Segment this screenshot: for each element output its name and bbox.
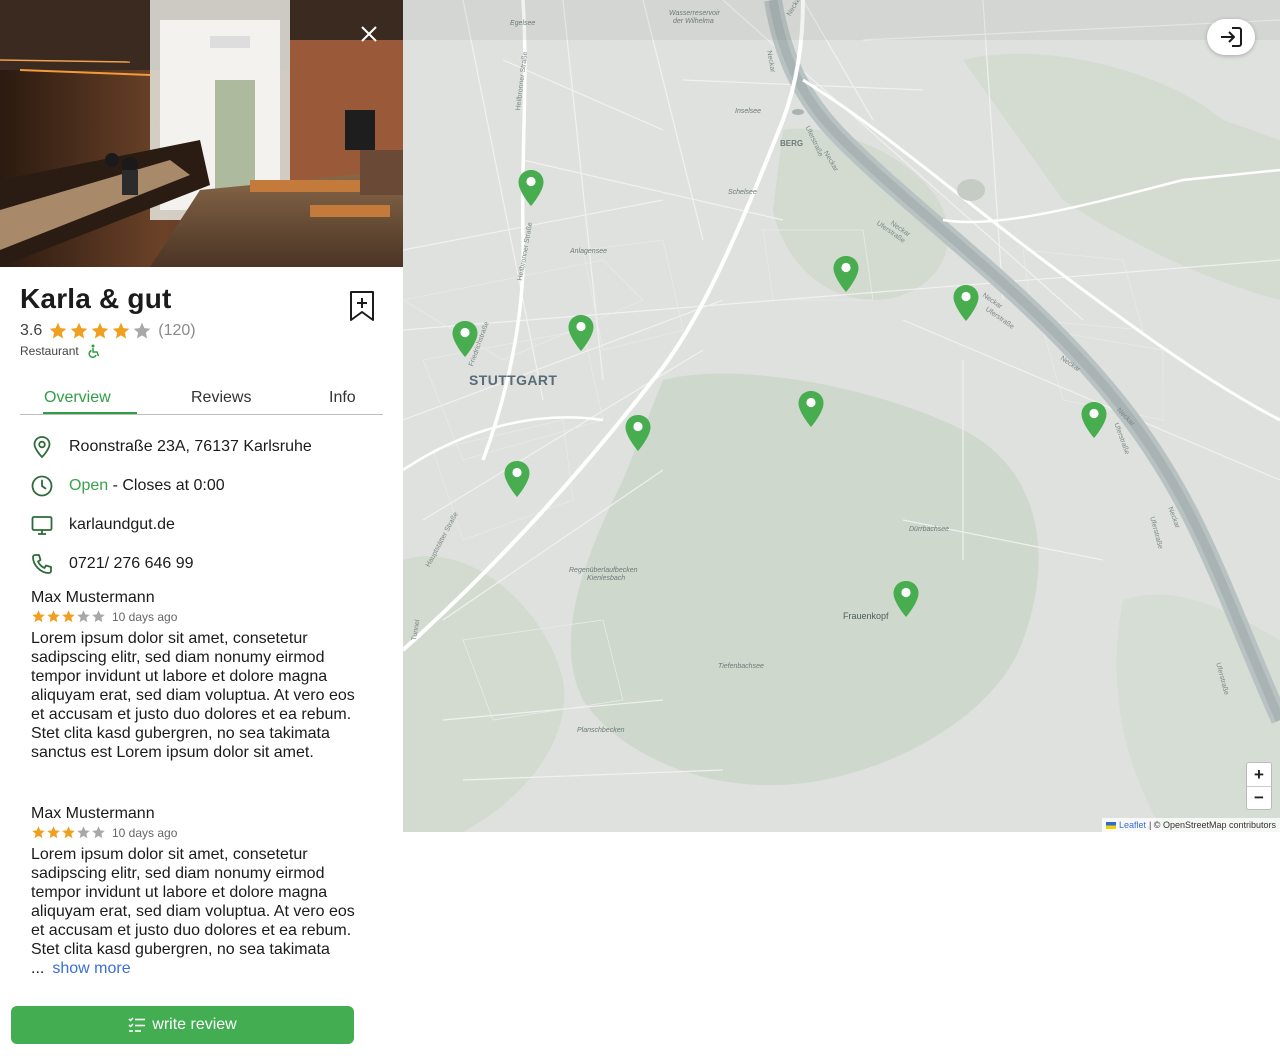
closing-time: - Closes at 0:00 xyxy=(108,477,225,494)
map-label-schelsee: Schelsee xyxy=(728,189,757,196)
leaflet-link[interactable]: Leaflet xyxy=(1119,820,1146,830)
zoom-control: + − xyxy=(1246,762,1272,810)
review-text-body: Lorem ipsum dolor sit amet, consetetur s… xyxy=(31,846,355,977)
star-icon xyxy=(62,610,75,623)
map-label-durrbachsee: Dürrbachsee xyxy=(909,526,950,533)
map-label-regenueberlauf: Regenüberlaufbecken xyxy=(569,567,638,574)
place-marker[interactable] xyxy=(567,314,595,352)
show-more-link[interactable]: show more xyxy=(52,960,130,977)
website-row: karlaundgut.de xyxy=(30,512,175,538)
review-text: Lorem ipsum dolor sit amet, consetetur s… xyxy=(31,630,355,761)
login-button[interactable] xyxy=(1207,19,1255,55)
review-stars xyxy=(31,609,106,624)
category-row: Restaurant xyxy=(20,344,101,358)
place-marker[interactable] xyxy=(517,169,545,207)
wheelchair-icon xyxy=(88,344,99,358)
star-icon xyxy=(49,322,67,339)
star-icon xyxy=(32,826,45,839)
map-label-wasserreservoir: Wasserreservoir xyxy=(669,10,720,17)
location-pin-icon xyxy=(33,436,51,459)
tab-overview[interactable]: Overview xyxy=(44,389,111,407)
review-stars xyxy=(31,825,106,840)
clock-icon xyxy=(31,475,53,497)
map-label-anlagensee: Anlagensee xyxy=(570,248,607,255)
place-marker[interactable] xyxy=(503,460,531,498)
tab-info[interactable]: Info xyxy=(329,389,356,407)
star-icon xyxy=(32,610,45,623)
write-review-button[interactable]: write review xyxy=(11,1006,354,1044)
attribution-text: | © OpenStreetMap contributors xyxy=(1148,820,1276,830)
monitor-icon xyxy=(31,516,53,535)
place-marker[interactable] xyxy=(624,414,652,452)
bookmark-add-icon[interactable] xyxy=(348,290,376,322)
place-marker[interactable] xyxy=(892,580,920,618)
address-text[interactable]: Roonstraße 23A, 76137 Karlsruhe xyxy=(69,438,312,456)
category-label: Restaurant xyxy=(20,344,79,358)
place-marker[interactable] xyxy=(952,284,980,322)
map-label-planschbecken: Planschbecken xyxy=(577,727,625,734)
review-date: 10 days ago xyxy=(112,609,178,624)
zoom-out-button[interactable]: − xyxy=(1247,786,1271,809)
star-icon xyxy=(77,610,90,623)
map-city-label: STUTTGART xyxy=(469,372,558,388)
place-marker[interactable] xyxy=(832,255,860,293)
map-label-frauenkopf: Frauenkopf xyxy=(843,611,889,621)
map-view[interactable]: Egelsee Wasserreservoir der Wilhelma Ins… xyxy=(403,0,1280,832)
star-icon xyxy=(92,826,105,839)
place-marker[interactable] xyxy=(1080,401,1108,439)
active-tab-indicator xyxy=(43,412,137,414)
star-icon xyxy=(91,322,109,339)
rating-value: 3.6 xyxy=(20,322,43,339)
review-count: (120) xyxy=(158,322,196,339)
review-item: Max Mustermann 10 days ago Lorem ipsum d… xyxy=(31,589,361,762)
place-marker[interactable] xyxy=(451,320,479,358)
review-author: Max Mustermann xyxy=(31,589,155,606)
review-author: Max Mustermann xyxy=(31,805,155,822)
address-row: Roonstraße 23A, 76137 Karlsruhe xyxy=(30,434,312,460)
place-marker[interactable] xyxy=(797,390,825,428)
rating-summary: 3.6 (120) xyxy=(20,320,196,342)
star-icon xyxy=(77,826,90,839)
review-text: Lorem ipsum dolor sit amet, consetetur s… xyxy=(31,845,361,978)
hours-row: Open - Closes at 0:00 xyxy=(30,473,225,499)
map-label-wilhelma: der Wilhelma xyxy=(673,18,714,25)
star-icon xyxy=(47,826,60,839)
list-edit-icon xyxy=(128,1017,146,1032)
close-icon[interactable] xyxy=(355,20,383,48)
place-photo xyxy=(0,0,403,267)
star-icon xyxy=(47,610,60,623)
map-label-inselsee: Inselsee xyxy=(735,108,762,115)
place-details-panel: Karla & gut 3.6 (120) Restaurant Overvie… xyxy=(0,0,403,1063)
zoom-in-button[interactable]: + xyxy=(1247,763,1271,786)
detail-tabs: Overview Reviews Info xyxy=(20,384,383,415)
map-tiles xyxy=(403,0,1280,832)
star-icon xyxy=(62,826,75,839)
write-review-label: write review xyxy=(152,1016,237,1033)
star-icon xyxy=(133,322,151,339)
website-link[interactable]: karlaundgut.de xyxy=(69,516,175,534)
map-label-berg: BERG xyxy=(780,139,804,148)
rating-stars xyxy=(48,321,152,341)
open-status: Open xyxy=(69,477,109,494)
map-label-egelsee: Egelsee xyxy=(510,20,536,27)
phone-number[interactable]: 0721/ 276 646 99 xyxy=(69,555,194,573)
phone-icon xyxy=(32,554,52,574)
ukraine-flag-icon xyxy=(1105,821,1116,829)
login-icon xyxy=(1221,27,1242,47)
map-attribution: Leaflet | © OpenStreetMap contributors xyxy=(1101,818,1280,832)
review-item: Max Mustermann 10 days ago Lorem ipsum d… xyxy=(31,805,361,978)
star-icon xyxy=(112,322,130,339)
star-icon xyxy=(92,610,105,623)
tab-reviews[interactable]: Reviews xyxy=(191,389,251,407)
review-date: 10 days ago xyxy=(112,825,178,840)
map-label-tiefenbachsee: Tiefenbachsee xyxy=(718,663,764,670)
map-label-kienlesbach: Kienlesbach xyxy=(587,575,626,582)
phone-row: 0721/ 276 646 99 xyxy=(30,551,194,577)
place-title: Karla & gut xyxy=(20,283,172,314)
star-icon xyxy=(70,322,88,339)
